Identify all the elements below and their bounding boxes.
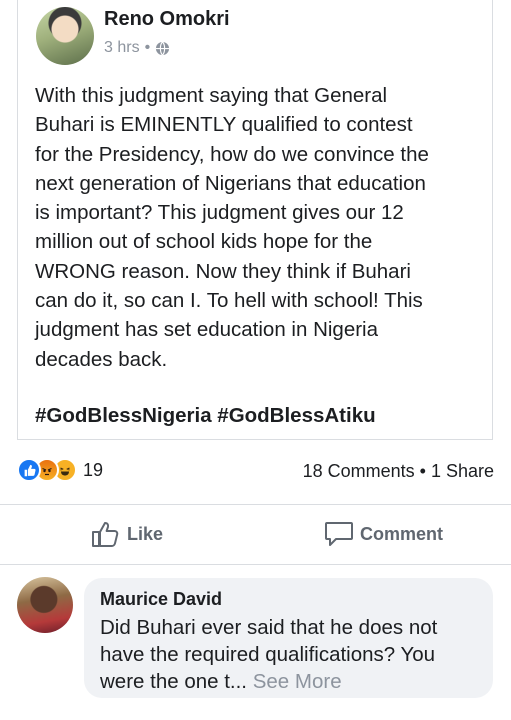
thumbs-up-icon <box>92 522 119 547</box>
reactions-summary[interactable]: 19 <box>17 458 103 482</box>
post-time[interactable]: 3 hrs <box>104 39 140 57</box>
globe-icon <box>156 41 170 55</box>
comments-count-link[interactable]: 18 Comments <box>303 461 415 481</box>
divider-bottom <box>0 564 511 565</box>
meta-separator: • <box>144 39 151 56</box>
comment-bubble-icon <box>325 522 353 546</box>
like-label: Like <box>127 523 164 544</box>
shares-count-link[interactable]: 1 Share <box>431 461 494 481</box>
post-text: With this judgment saying that General B… <box>35 84 429 371</box>
post-card: Reno Omokri 3 hrs • With this judgment s… <box>17 0 493 440</box>
see-more-link[interactable]: See More <box>253 670 342 693</box>
commenter-avatar[interactable] <box>17 577 73 633</box>
stats-separator: • <box>419 461 426 481</box>
comment-text: Did Buhari ever said that he does not ha… <box>100 614 477 695</box>
post-author-name[interactable]: Reno Omokri <box>104 8 230 31</box>
reaction-count: 19 <box>83 459 104 480</box>
post-hashtags[interactable]: #GodBlessNigeria #GodBlessAtiku <box>35 404 376 428</box>
like-reaction-icon <box>17 458 41 482</box>
post-meta: 3 hrs • <box>104 39 170 57</box>
comment-bubble: Maurice David Did Buhari ever said that … <box>84 578 493 698</box>
comment-author-name[interactable]: Maurice David <box>100 589 477 610</box>
post-stats: 18 Comments • 1 Share <box>303 461 494 482</box>
divider-top <box>0 504 511 505</box>
comment-button[interactable]: Comment <box>324 520 443 548</box>
author-avatar[interactable] <box>36 7 94 65</box>
comment-label: Comment <box>360 523 444 544</box>
like-button[interactable]: Like <box>91 520 163 548</box>
